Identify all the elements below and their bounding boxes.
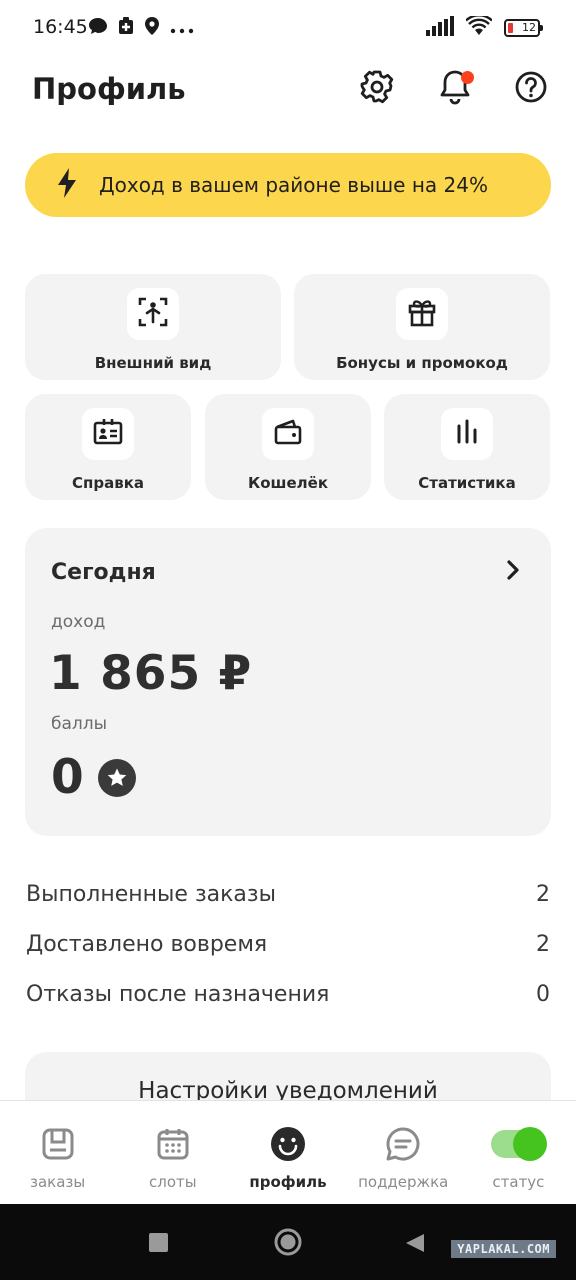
gear-icon	[359, 69, 395, 109]
stat-label: Отказы после назначения	[26, 982, 330, 1007]
bar-chart-icon	[451, 416, 483, 452]
tile-label: Кошелёк	[247, 474, 328, 492]
income-value: 1 865 ₽	[49, 646, 253, 701]
tile-icon-box	[441, 408, 493, 460]
points-row: 0	[51, 750, 136, 805]
id-card-icon	[92, 416, 124, 452]
stat-label: Доставлено вовремя	[26, 932, 268, 957]
page-title: Профиль	[32, 72, 186, 106]
tile-reference[interactable]: Справка	[25, 394, 191, 500]
signal-icon	[426, 16, 454, 40]
status-system-icons: 12	[426, 14, 543, 40]
watermark: YAPLAKAL.COM	[451, 1240, 556, 1258]
tile-label: Внешний вид	[94, 354, 212, 372]
stat-value: 0	[536, 982, 550, 1007]
tile-bonuses[interactable]: Бонусы и промокод	[294, 274, 550, 380]
calendar-icon	[156, 1125, 190, 1163]
back-icon[interactable]	[404, 1232, 426, 1258]
status-notification-icons	[88, 16, 194, 40]
stat-row-on-time: Доставлено вовремя 2	[26, 932, 550, 957]
help-button[interactable]	[510, 68, 552, 110]
tile-label: Справка	[71, 474, 145, 492]
tile-icon-box	[127, 288, 179, 340]
more-dots-icon	[170, 19, 194, 38]
toggle-icon[interactable]	[491, 1125, 548, 1163]
status-time: 16:45	[33, 16, 88, 38]
system-nav-bar: YAPLAKAL.COM	[0, 1204, 576, 1280]
gift-icon	[406, 296, 438, 332]
banner-text: Доход в вашем районе выше на 24%	[99, 173, 488, 197]
chevron-right-icon[interactable]	[505, 558, 521, 586]
nav-item-support[interactable]: поддержка	[346, 1101, 461, 1204]
tile-icon-box	[396, 288, 448, 340]
recents-icon[interactable]	[149, 1233, 168, 1256]
points-label: баллы	[51, 714, 108, 734]
location-icon	[144, 16, 160, 40]
stat-value: 2	[536, 932, 550, 957]
nav-item-profile[interactable]: профиль	[230, 1101, 345, 1204]
medical-icon	[118, 17, 134, 39]
income-banner[interactable]: Доход в вашем районе выше на 24%	[25, 153, 551, 217]
wallet-icon	[272, 416, 304, 452]
home-icon[interactable]	[274, 1228, 302, 1260]
battery-icon: 12	[504, 19, 543, 37]
star-icon	[97, 758, 136, 797]
person-frame-icon	[137, 296, 169, 332]
tile-label: Бонусы и промокод	[336, 354, 508, 372]
help-icon	[514, 70, 548, 108]
points-value: 0	[51, 750, 84, 805]
income-label: доход	[51, 612, 106, 632]
status-toggle[interactable]	[491, 1127, 548, 1161]
chat-bubble-icon	[385, 1125, 421, 1163]
tile-wallet[interactable]: Кошелёк	[205, 394, 371, 500]
lightning-icon	[55, 167, 79, 203]
status-bar: 16:45 12	[0, 0, 576, 56]
nav-label: слоты	[149, 1173, 197, 1191]
nav-item-slots[interactable]: слоты	[115, 1101, 230, 1204]
smiley-icon	[270, 1125, 306, 1163]
nav-item-orders[interactable]: заказы	[0, 1101, 115, 1204]
nav-label: поддержка	[358, 1173, 449, 1191]
toggle-knob	[513, 1127, 548, 1161]
tile-appearance[interactable]: Внешний вид	[25, 274, 281, 380]
bottom-nav: заказы слоты профиль поддержка статус	[0, 1100, 576, 1204]
nav-label: профиль	[249, 1173, 327, 1191]
wifi-icon	[465, 14, 493, 40]
nav-item-status[interactable]: статус	[461, 1101, 576, 1204]
notification-dot	[461, 71, 474, 84]
notifications-button[interactable]	[434, 68, 476, 110]
battery-level: 12	[522, 21, 536, 34]
today-title: Сегодня	[51, 560, 156, 585]
tile-label: Статистика	[418, 474, 516, 492]
tile-icon-box	[262, 408, 314, 460]
settings-button[interactable]	[356, 68, 398, 110]
chat-icon	[88, 17, 108, 39]
tile-statistics[interactable]: Статистика	[384, 394, 550, 500]
stat-value: 2	[536, 882, 550, 907]
nav-label: заказы	[29, 1173, 86, 1191]
stat-label: Выполненные заказы	[26, 882, 276, 907]
stat-row-refusals: Отказы после назначения 0	[26, 982, 550, 1007]
stat-row-completed: Выполненные заказы 2	[26, 882, 550, 907]
orders-icon	[41, 1125, 75, 1163]
today-card[interactable]: Сегодня доход 1 865 ₽ баллы 0	[25, 528, 551, 836]
tile-icon-box	[82, 408, 134, 460]
nav-label: статус	[492, 1173, 545, 1191]
